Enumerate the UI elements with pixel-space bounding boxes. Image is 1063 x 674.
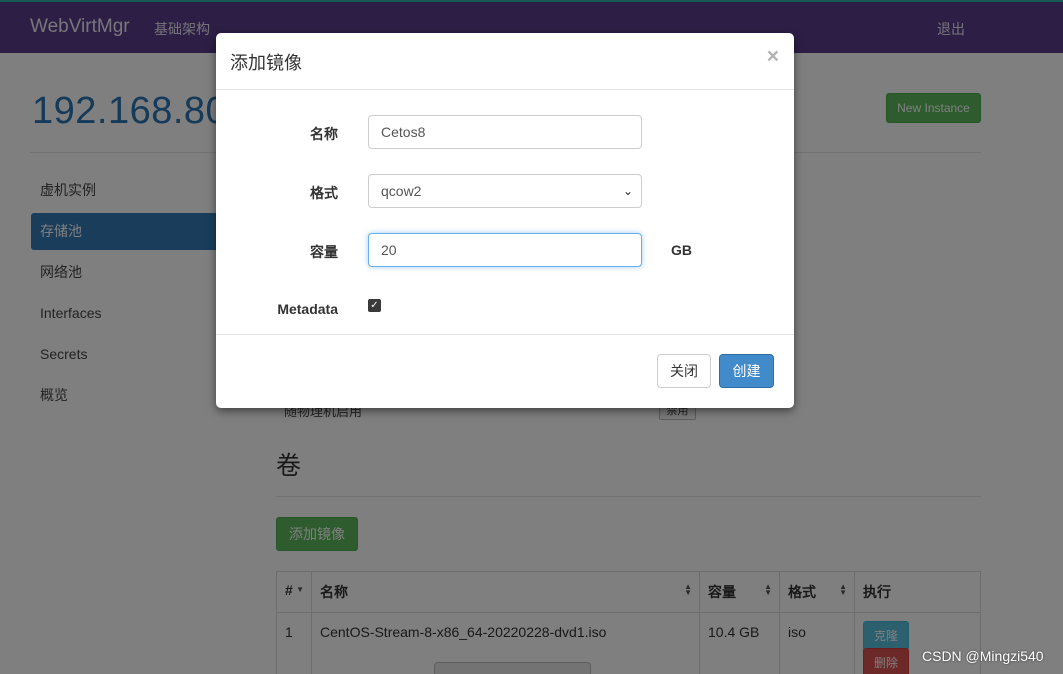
name-label: 名称 bbox=[310, 126, 338, 142]
modal-footer-divider bbox=[216, 334, 794, 335]
metadata-label: Metadata bbox=[277, 301, 338, 317]
close-button[interactable]: 关闭 bbox=[657, 354, 711, 388]
capacity-label: 容量 bbox=[310, 244, 338, 260]
format-label: 格式 bbox=[310, 185, 338, 201]
format-select[interactable]: qcow2 ⌄ bbox=[368, 174, 642, 208]
capacity-unit-label: GB bbox=[671, 242, 692, 258]
watermark: CSDN @Mingzi540 bbox=[922, 648, 1044, 664]
capacity-input[interactable]: 20 bbox=[368, 233, 642, 267]
metadata-checkbox[interactable]: ✓ bbox=[368, 299, 381, 312]
modal-title: 添加镜像 bbox=[230, 53, 302, 73]
add-image-modal: 添加镜像 × 名称 Cetos8 格式 qcow2 ⌄ 容量 20 GB Met… bbox=[216, 33, 794, 408]
close-icon[interactable]: × bbox=[767, 45, 779, 69]
chevron-down-icon: ⌄ bbox=[622, 184, 633, 198]
create-button[interactable]: 创建 bbox=[719, 354, 774, 388]
name-input[interactable]: Cetos8 bbox=[368, 115, 642, 149]
format-select-value: qcow2 bbox=[381, 183, 422, 199]
modal-header: 添加镜像 × bbox=[216, 33, 794, 90]
